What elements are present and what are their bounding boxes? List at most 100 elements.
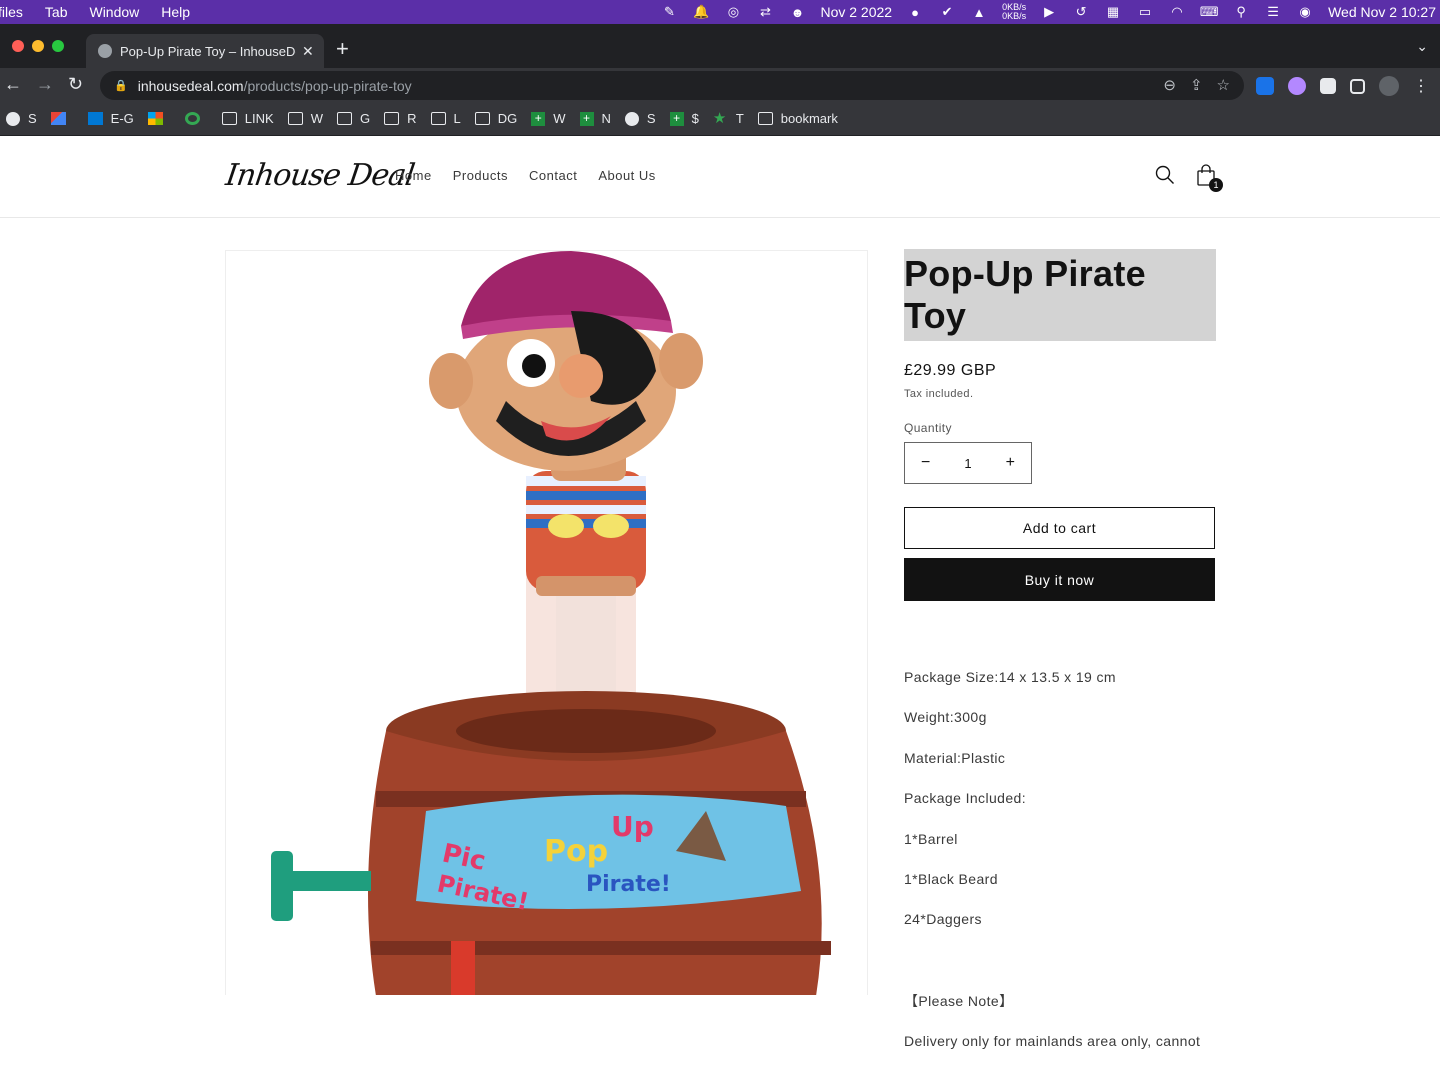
spotlight-search-icon[interactable]: ⚲ <box>1232 4 1250 19</box>
tab-close-icon[interactable]: ✕ <box>302 43 314 60</box>
keyboard-icon[interactable]: ⌨ <box>1200 4 1219 19</box>
bookmark-item[interactable]: + $ <box>669 111 699 126</box>
product-image[interactable]: Pic Pirate! Pop Up Pirate! <box>225 250 868 995</box>
close-window-button[interactable] <box>12 40 24 52</box>
battery-icon[interactable]: ▭ <box>1136 4 1154 19</box>
bookmark-folder[interactable]: DG <box>474 111 517 126</box>
cat-face-icon[interactable]: ☻ <box>788 5 806 20</box>
minimize-window-button[interactable] <box>32 40 44 52</box>
time-machine-icon[interactable]: ↺ <box>1072 4 1090 19</box>
bookmark-item[interactable] <box>184 112 208 125</box>
note-text: Delivery only for mainlands area only, c… <box>904 1033 1201 1050</box>
quantity-stepper: − 1 + <box>904 442 1032 484</box>
globe-icon <box>624 111 639 126</box>
profile-avatar[interactable] <box>1379 76 1399 96</box>
menu-items: files Tab Window Help <box>0 4 212 20</box>
menu-help[interactable]: Help <box>161 4 190 20</box>
calendar-icon[interactable]: ▦ <box>1104 4 1122 19</box>
bookmark-folder[interactable]: L <box>430 111 461 126</box>
bookmark-item[interactable]: S <box>624 111 656 126</box>
note-heading: 【Please Note】 <box>904 992 1014 1009</box>
bookmark-item[interactable] <box>147 112 171 125</box>
bookmark-item[interactable]: + N <box>579 111 611 126</box>
menubar-clock[interactable]: Wed Nov 2 10:27 <box>1328 4 1436 20</box>
bookmark-label: G <box>359 111 371 126</box>
check-circle-icon[interactable]: ✔ <box>938 4 956 19</box>
siri-icon[interactable]: ◉ <box>1296 4 1314 19</box>
bookmark-star-icon[interactable]: ☆ <box>1217 76 1230 94</box>
kebab-menu-icon[interactable]: ⋮ <box>1413 76 1429 96</box>
play-icon[interactable]: ▶ <box>1040 4 1058 19</box>
bookmark-label: L <box>453 111 461 126</box>
bookmark-label: E-G <box>110 111 134 126</box>
quantity-decrease-button[interactable]: − <box>921 454 930 472</box>
bookmark-label: S <box>646 111 656 126</box>
bookmark-item[interactable]: ★ T <box>713 111 744 126</box>
bookmark-folder[interactable]: R <box>384 111 417 126</box>
net-down: 0KB/s <box>1002 11 1027 21</box>
pen-icon[interactable]: ✎ <box>660 4 678 19</box>
tab-title: Pop-Up Pirate Toy – InhouseDeal <box>120 43 296 59</box>
search-icon[interactable] <box>1155 165 1175 185</box>
cart-icon[interactable]: 1 <box>1197 164 1223 192</box>
color-extension-icon[interactable] <box>1288 77 1306 95</box>
menu-files[interactable]: files <box>0 4 23 20</box>
cat-icon[interactable]: ▲ <box>970 5 988 20</box>
forward-arrow-icon[interactable]: → <box>36 74 54 95</box>
main-nav: Home Products Contact About Us <box>395 168 656 183</box>
share-icon[interactable]: ⇪ <box>1190 76 1203 94</box>
url-path: /products/pop-up-pirate-toy <box>243 77 412 94</box>
menu-tab[interactable]: Tab <box>45 4 68 20</box>
zoom-icon[interactable]: ⊖ <box>1163 76 1176 94</box>
bookmarks-bar: S E-G LINK W G R L DG + W + N S + $ ★ T book… <box>0 102 1440 136</box>
zoom-window-button[interactable] <box>52 40 64 52</box>
nav-contact[interactable]: Contact <box>529 168 577 183</box>
tab-search-chevron-icon[interactable]: ⌄ <box>1416 38 1428 55</box>
back-arrow-icon[interactable]: ← <box>4 74 22 95</box>
teamviewer-icon[interactable]: ⇄ <box>756 4 774 19</box>
site-logo[interactable]: Inhouse Deal <box>224 158 417 193</box>
download-extension-icon[interactable] <box>1256 77 1274 95</box>
folder-icon <box>287 112 303 125</box>
cart-count-badge: 1 <box>1209 178 1223 192</box>
nav-home[interactable]: Home <box>395 168 432 183</box>
new-tab-button[interactable]: + <box>336 36 349 62</box>
desc-line: Weight:300g <box>904 709 987 726</box>
wechat-icon[interactable]: ◎ <box>724 4 742 19</box>
desc-line: Package Included: <box>904 790 1026 807</box>
grammarly-icon <box>184 112 200 125</box>
play-circle-icon[interactable]: ● <box>906 5 924 20</box>
product-price: £29.99 GBP <box>904 362 997 379</box>
bookmark-label: T <box>735 111 744 126</box>
wifi-icon[interactable]: ◠ <box>1168 4 1186 19</box>
lock-icon[interactable]: 🔒 <box>114 79 128 92</box>
bookmark-item[interactable]: + W <box>531 111 566 126</box>
header-icons: 1 <box>1155 164 1223 192</box>
nav-products[interactable]: Products <box>453 168 508 183</box>
quantity-increase-button[interactable]: + <box>1006 454 1015 472</box>
bookmark-folder[interactable]: G <box>336 111 371 126</box>
bookmark-folder[interactable]: bookmark <box>757 111 838 126</box>
bookmark-item[interactable]: S <box>6 111 37 126</box>
bell-icon[interactable]: 🔔 <box>692 4 710 19</box>
omnibox-actions: ⊖ ⇪ ☆ <box>1163 76 1230 94</box>
puzzle-extensions-icon[interactable] <box>1320 78 1336 94</box>
cross-icon: + <box>579 111 594 126</box>
network-speed: 0KB/s 0KB/s <box>1002 3 1026 21</box>
buy-now-button[interactable]: Buy it now <box>904 558 1215 601</box>
control-center-icon[interactable]: ☰ <box>1264 4 1282 19</box>
bookmark-folder[interactable]: W <box>287 111 323 126</box>
bookmark-label: R <box>407 111 417 126</box>
nav-about-us[interactable]: About Us <box>598 168 655 183</box>
quantity-input[interactable]: 1 <box>964 456 971 471</box>
star-icon: ★ <box>712 110 727 127</box>
bookmark-folder[interactable]: LINK <box>221 111 274 126</box>
reload-icon[interactable]: ↻ <box>68 74 83 95</box>
add-to-cart-button[interactable]: Add to cart <box>904 507 1215 549</box>
address-bar[interactable]: 🔒 inhousedeal.com/products/pop-up-pirate… <box>100 71 1244 100</box>
tab-active[interactable]: Pop-Up Pirate Toy – InhouseDeal ✕ <box>86 34 324 68</box>
bookmark-item[interactable]: E-G <box>87 111 134 126</box>
side-panel-icon[interactable] <box>1350 78 1365 94</box>
menu-window[interactable]: Window <box>89 4 139 20</box>
bookmark-item[interactable] <box>50 112 74 125</box>
